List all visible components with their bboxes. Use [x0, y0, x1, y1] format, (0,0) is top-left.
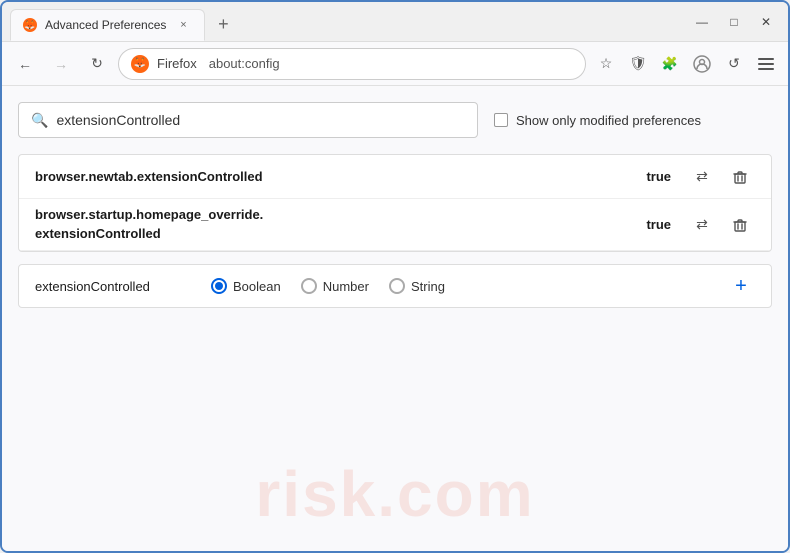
table-row: browser.startup.homepage_override. exten… — [19, 199, 771, 251]
forward-button[interactable]: → — [46, 49, 76, 79]
swap-button-2[interactable]: ⇄ — [687, 210, 717, 240]
tab-favicon: 🦊 — [23, 18, 37, 32]
close-button[interactable]: ✕ — [752, 8, 780, 36]
url-display: about:config — [209, 56, 280, 71]
results-table: browser.newtab.extensionControlled true … — [18, 154, 772, 252]
checkbox-row: Show only modified preferences — [494, 113, 701, 128]
minimize-button[interactable]: — — [688, 8, 716, 36]
bookmark-icon[interactable]: ☆ — [592, 50, 620, 78]
modified-only-checkbox[interactable] — [494, 113, 508, 127]
boolean-radio-fill — [215, 282, 223, 290]
string-radio-button[interactable] — [389, 278, 405, 294]
table-row: browser.newtab.extensionControlled true … — [19, 155, 771, 199]
new-pref-name: extensionControlled — [35, 279, 195, 294]
hamburger-icon — [752, 52, 780, 76]
new-tab-button[interactable]: + — [209, 11, 237, 39]
title-bar: 🦊 Advanced Preferences × + — □ ✕ — [2, 2, 788, 42]
back-button[interactable]: ← — [10, 49, 40, 79]
number-radio-item[interactable]: Number — [301, 278, 369, 294]
sync-icon[interactable]: ↺ — [720, 50, 748, 78]
boolean-radio-item[interactable]: Boolean — [211, 278, 281, 294]
shield-icon[interactable]: 🛡 — [624, 50, 652, 78]
row-2-actions: ⇄ — [687, 210, 755, 240]
extension-icon[interactable]: 🧩 — [656, 50, 684, 78]
tab-title: Advanced Preferences — [45, 18, 166, 32]
number-radio-label: Number — [323, 279, 369, 294]
delete-button-2[interactable] — [725, 210, 755, 240]
active-tab[interactable]: 🦊 Advanced Preferences × — [10, 9, 205, 41]
window-controls: — □ ✕ — [688, 8, 780, 36]
profile-icon[interactable] — [688, 50, 716, 78]
string-radio-item[interactable]: String — [389, 278, 445, 294]
pref-value-1: true — [646, 169, 671, 184]
maximize-button[interactable]: □ — [720, 8, 748, 36]
boolean-radio-button[interactable] — [211, 278, 227, 294]
number-radio-button[interactable] — [301, 278, 317, 294]
pref-value-2: true — [646, 217, 671, 232]
firefox-icon: 🦊 — [131, 55, 149, 73]
type-radio-group: Boolean Number String — [211, 278, 711, 294]
string-radio-label: String — [411, 279, 445, 294]
nav-bar: ← → ↻ 🦊 Firefox about:config ☆ 🛡 🧩 ↺ — [2, 42, 788, 86]
checkbox-label: Show only modified preferences — [516, 113, 701, 128]
search-box[interactable]: 🔍 — [18, 102, 478, 138]
watermark: risk.com — [255, 457, 534, 531]
boolean-radio-label: Boolean — [233, 279, 281, 294]
tab-close-button[interactable]: × — [174, 16, 192, 34]
row-1-actions: ⇄ — [687, 162, 755, 192]
search-input[interactable] — [56, 112, 465, 128]
pref-name-1: browser.newtab.extensionControlled — [35, 169, 638, 184]
search-icon: 🔍 — [31, 112, 48, 129]
nav-icon-group: ☆ 🛡 🧩 ↺ — [592, 50, 780, 78]
add-plus-button[interactable]: + — [727, 272, 755, 300]
pref-name-2: browser.startup.homepage_override. exten… — [35, 206, 638, 242]
browser-label: Firefox — [157, 56, 197, 71]
delete-button-1[interactable] — [725, 162, 755, 192]
browser-window: 🦊 Advanced Preferences × + — □ ✕ ← → ↻ 🦊… — [0, 0, 790, 553]
menu-button[interactable] — [752, 50, 780, 78]
refresh-button[interactable]: ↻ — [82, 49, 112, 79]
search-row: 🔍 Show only modified preferences — [18, 102, 772, 138]
tab-area: 🦊 Advanced Preferences × + — [10, 2, 680, 41]
content-area: risk.com 🔍 Show only modified preference… — [2, 86, 788, 551]
swap-button-1[interactable]: ⇄ — [687, 162, 717, 192]
address-bar[interactable]: 🦊 Firefox about:config — [118, 48, 586, 80]
add-preference-row: extensionControlled Boolean Number Strin… — [18, 264, 772, 308]
